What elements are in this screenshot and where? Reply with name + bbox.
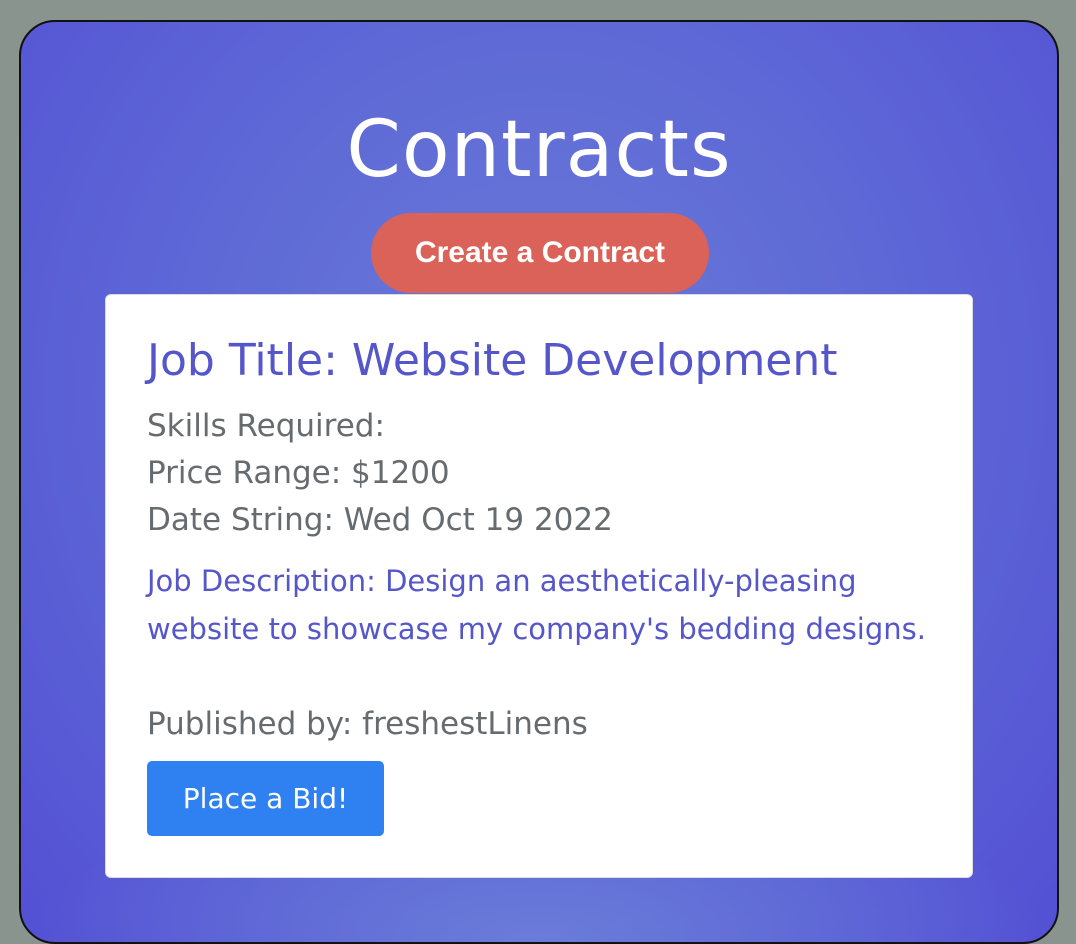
place-bid-button[interactable]: Place a Bid! bbox=[147, 761, 384, 836]
page-title: Contracts bbox=[346, 105, 732, 195]
published-by: Published by: freshestLinens bbox=[147, 706, 588, 742]
create-contract-button[interactable]: Create a Contract bbox=[371, 213, 709, 293]
date-string: Date String: Wed Oct 19 2022 bbox=[147, 502, 613, 538]
contracts-panel: Contracts Create a Contract Job Title: W… bbox=[19, 20, 1059, 944]
price-range: Price Range: $1200 bbox=[147, 455, 450, 491]
contract-info: Skills Required: Price Range: $1200 Date… bbox=[147, 403, 613, 544]
skills-required: Skills Required: bbox=[147, 408, 385, 444]
job-description: Job Description: Design an aesthetically… bbox=[147, 564, 926, 646]
contract-card: Job Title: Website Development Skills Re… bbox=[105, 294, 973, 878]
job-title: Job Title: Website Development bbox=[147, 335, 838, 386]
